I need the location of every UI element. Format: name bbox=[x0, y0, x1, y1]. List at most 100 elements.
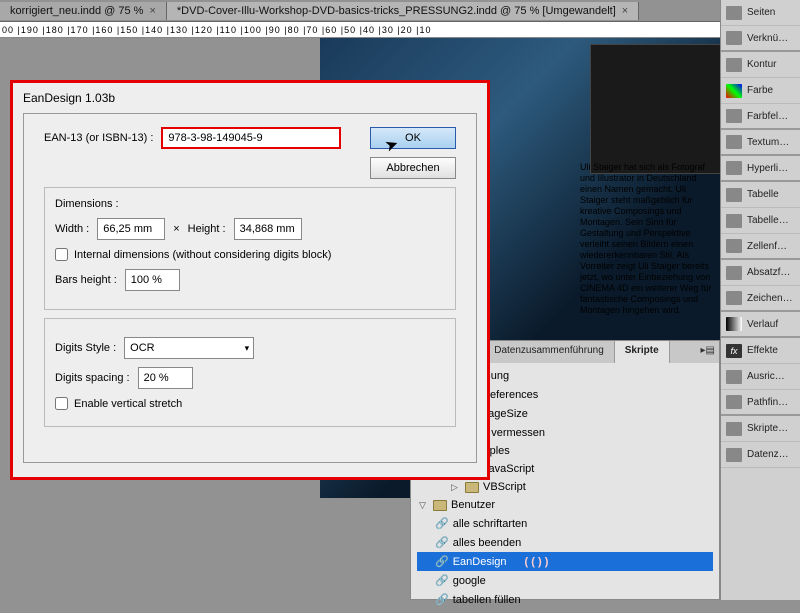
panel-verlauf[interactable]: Verlauf bbox=[721, 312, 800, 338]
ean-input[interactable] bbox=[161, 127, 341, 149]
bars-height-label: Bars height : bbox=[55, 274, 117, 286]
script-icon: 🔗 bbox=[435, 555, 449, 568]
tree-label: VBScript bbox=[483, 481, 526, 493]
dimensions-label: Dimensions : bbox=[55, 198, 445, 210]
internal-dim-checkbox[interactable] bbox=[55, 248, 68, 261]
panel-label: Absatzf… bbox=[747, 267, 790, 278]
tree-label: google bbox=[453, 575, 486, 587]
width-label: Width : bbox=[55, 223, 89, 235]
right-dock: Seiten Verknü… Kontur Farbe Farbfel… Tex… bbox=[720, 0, 800, 600]
bars-height-input[interactable] bbox=[125, 269, 180, 291]
panel-absatzformate[interactable]: Absatzf… bbox=[721, 260, 800, 286]
script-icon: 🔗 bbox=[435, 574, 449, 587]
gradient-icon bbox=[726, 317, 742, 331]
pages-icon bbox=[726, 6, 742, 20]
tree-label: alle schriftarten bbox=[453, 518, 528, 530]
swatches-icon bbox=[726, 109, 742, 123]
panel-datenzusammenf[interactable]: Datenz… bbox=[721, 442, 800, 468]
tab-scripts[interactable]: Skripte bbox=[615, 341, 670, 363]
panel-label: Effekte bbox=[747, 345, 778, 356]
vstretch-label: Enable vertical stretch bbox=[74, 398, 182, 410]
tree-script-beenden[interactable]: 🔗alles beenden bbox=[417, 533, 713, 552]
tree-label: alles beenden bbox=[453, 537, 522, 549]
tree-script-eandesign[interactable]: 🔗 EanDesign ( ( ) ) bbox=[417, 552, 713, 571]
tab-datamerge[interactable]: Datenzusammenführung bbox=[484, 341, 615, 363]
panel-ausrichten[interactable]: Ausric… bbox=[721, 364, 800, 390]
panel-zellenformate[interactable]: Zellenf… bbox=[721, 234, 800, 260]
panel-tabelle[interactable]: Tabelle bbox=[721, 182, 800, 208]
panel-label: Datenz… bbox=[747, 449, 789, 460]
tablestyle-icon bbox=[726, 214, 742, 228]
dialog-title: EanDesign 1.03b bbox=[13, 83, 487, 113]
ean-label: EAN-13 (or ISBN-13) : bbox=[44, 132, 153, 144]
panel-label: Verlauf bbox=[747, 319, 778, 330]
tree-folder-vbscript[interactable]: ▷ VBScript bbox=[417, 478, 713, 496]
tab-label: korrigiert_neu.indd @ 75 % bbox=[10, 5, 143, 17]
doc-tab-1[interactable]: korrigiert_neu.indd @ 75 % × bbox=[0, 2, 167, 20]
tree-label: EanDesign bbox=[453, 556, 507, 568]
panel-label: Verknü… bbox=[747, 33, 788, 44]
dimensions-group: Dimensions : Width : × Height : Internal… bbox=[44, 187, 456, 310]
cancel-button[interactable]: Abbrechen bbox=[370, 157, 456, 179]
tree-label: Benutzer bbox=[451, 499, 495, 511]
panel-label: Farbfel… bbox=[747, 111, 788, 122]
panel-label: Textum… bbox=[747, 137, 789, 148]
panel-label: Tabelle bbox=[747, 189, 779, 200]
fx-icon: fx bbox=[726, 344, 742, 358]
panel-hyperlinks[interactable]: Hyperli… bbox=[721, 156, 800, 182]
combo-value: OCR bbox=[130, 342, 154, 354]
panel-label: Skripte… bbox=[747, 423, 788, 434]
panel-farbe[interactable]: Farbe bbox=[721, 78, 800, 104]
close-icon[interactable]: × bbox=[622, 5, 628, 17]
width-input[interactable] bbox=[97, 218, 165, 240]
close-icon[interactable]: × bbox=[149, 5, 155, 17]
panel-zeichenformate[interactable]: Zeichen… bbox=[721, 286, 800, 312]
panel-label: Ausric… bbox=[747, 371, 785, 382]
panel-verknuepfungen[interactable]: Verknü… bbox=[721, 26, 800, 52]
tab-label: *DVD-Cover-Illu-Workshop-DVD-basics-tric… bbox=[177, 5, 616, 17]
parastyle-icon bbox=[726, 266, 742, 280]
panel-label: Seiten bbox=[747, 7, 775, 18]
internal-dim-label: Internal dimensions (without considering… bbox=[74, 249, 331, 261]
panel-pathfinder[interactable]: Pathfin… bbox=[721, 390, 800, 416]
panel-effekte[interactable]: fx Effekte bbox=[721, 338, 800, 364]
pathfinder-icon bbox=[726, 395, 742, 409]
digits-spacing-label: Digits spacing : bbox=[55, 372, 130, 384]
tree-script-google[interactable]: 🔗 google bbox=[417, 571, 713, 590]
panel-label: Tabelle… bbox=[747, 215, 789, 226]
tree-script-schriftarten[interactable]: 🔗alle schriftarten bbox=[417, 514, 713, 533]
color-icon bbox=[726, 84, 742, 98]
caret-right-icon: ▷ bbox=[451, 482, 461, 493]
panel-kontur[interactable]: Kontur bbox=[721, 52, 800, 78]
panel-skripte[interactable]: Skripte… bbox=[721, 416, 800, 442]
tree-folder-benutzer[interactable]: ▽ Benutzer bbox=[417, 496, 713, 514]
panel-menu-icon[interactable]: ▸▤ bbox=[701, 345, 715, 356]
datamerge-icon bbox=[726, 448, 742, 462]
stroke-icon bbox=[726, 58, 742, 72]
eandesign-dialog: EanDesign 1.03b EAN-13 (or ISBN-13) : OK… bbox=[10, 80, 490, 480]
caret-down-icon: ▽ bbox=[419, 500, 429, 511]
panel-tabellenformate[interactable]: Tabelle… bbox=[721, 208, 800, 234]
height-label: Height : bbox=[188, 223, 226, 235]
times-label: × bbox=[173, 223, 179, 235]
height-input[interactable] bbox=[234, 218, 302, 240]
digits-style-combo[interactable]: OCR bbox=[124, 337, 254, 359]
panel-farbfelder[interactable]: Farbfel… bbox=[721, 104, 800, 130]
doc-tab-2[interactable]: *DVD-Cover-Illu-Workshop-DVD-basics-tric… bbox=[167, 2, 639, 20]
folder-icon bbox=[465, 482, 479, 493]
vstretch-checkbox[interactable] bbox=[55, 397, 68, 410]
scripts-icon bbox=[726, 422, 742, 436]
textwrap-icon bbox=[726, 135, 742, 149]
panel-label: Zellenf… bbox=[747, 241, 787, 252]
horizontal-ruler: 00 |190 |180 |170 |160 |150 |140 |130 |1… bbox=[0, 22, 800, 38]
panel-label: Pathfin… bbox=[747, 397, 788, 408]
document-tabs: korrigiert_neu.indd @ 75 % × *DVD-Cover-I… bbox=[0, 0, 800, 22]
panel-textumfluss[interactable]: Textum… bbox=[721, 130, 800, 156]
panel-seiten[interactable]: Seiten bbox=[721, 0, 800, 26]
digits-spacing-input[interactable] bbox=[138, 367, 193, 389]
align-icon bbox=[726, 370, 742, 384]
cellstyle-icon bbox=[726, 239, 742, 253]
paren-annotation: ( ( ) ) bbox=[525, 556, 549, 568]
links-icon bbox=[726, 31, 742, 45]
body-text: Uli Staiger hat sich als Fotograf und Il… bbox=[580, 162, 716, 316]
